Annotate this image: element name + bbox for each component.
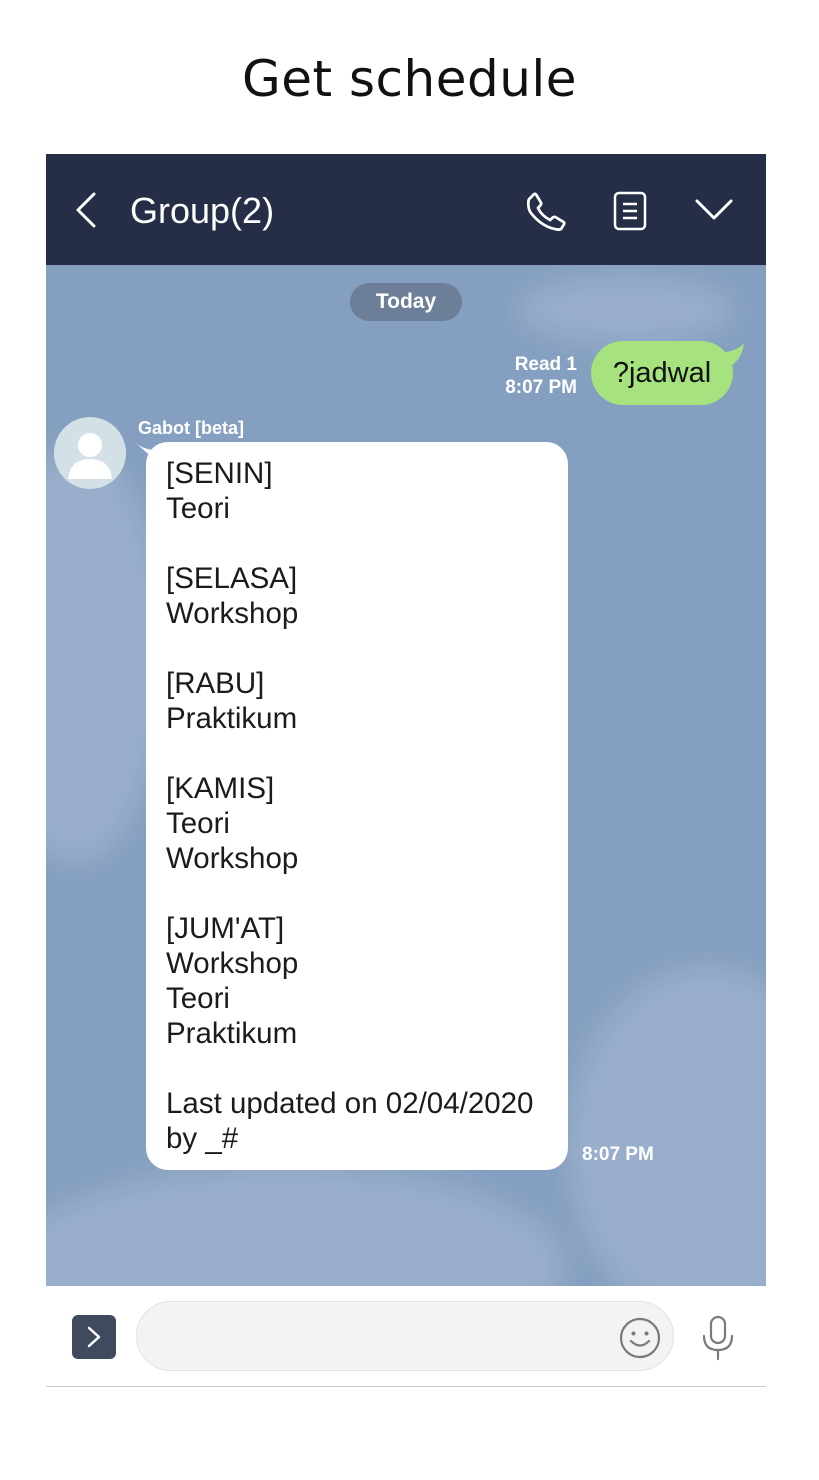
cloud-decoration [516, 275, 736, 345]
chat-area[interactable]: Today Read 1 8:07 PM ?jadwal Gabot [beta… [46, 265, 766, 1286]
date-separator: Today [350, 283, 462, 321]
chat-screen: Group(2) Today Read 1 8:07 PM ?jadwal Ga… [46, 154, 766, 1387]
cloud-decoration [46, 1165, 566, 1286]
read-receipt: Read 1 8:07 PM [505, 353, 577, 399]
received-time: 8:07 PM [582, 1144, 654, 1165]
received-message-bubble[interactable]: [SENIN] Teori [SELASA] Workshop [RABU] P… [146, 442, 568, 1170]
chevron-left-icon[interactable] [74, 192, 98, 228]
menu-toggle-button[interactable] [72, 1315, 116, 1359]
sent-time: 8:07 PM [505, 377, 577, 398]
chevron-right-icon [87, 1326, 101, 1348]
chevron-down-icon[interactable] [694, 194, 734, 224]
read-status: Read 1 [514, 354, 577, 375]
cloud-decoration [566, 965, 766, 1286]
chat-header: Group(2) [46, 154, 766, 265]
microphone-icon[interactable] [699, 1315, 737, 1361]
phone-icon[interactable] [524, 190, 568, 234]
page-title: Get schedule [241, 50, 578, 108]
avatar[interactable] [54, 417, 126, 489]
chat-title[interactable]: Group(2) [130, 190, 274, 232]
note-icon[interactable] [612, 190, 648, 232]
message-input[interactable] [136, 1301, 674, 1371]
sender-name: Gabot [beta] [138, 418, 244, 438]
user-silhouette-icon [68, 433, 112, 479]
input-bar [46, 1286, 766, 1387]
smiley-icon[interactable] [618, 1316, 662, 1360]
sent-message-bubble[interactable]: ?jadwal [591, 341, 733, 405]
